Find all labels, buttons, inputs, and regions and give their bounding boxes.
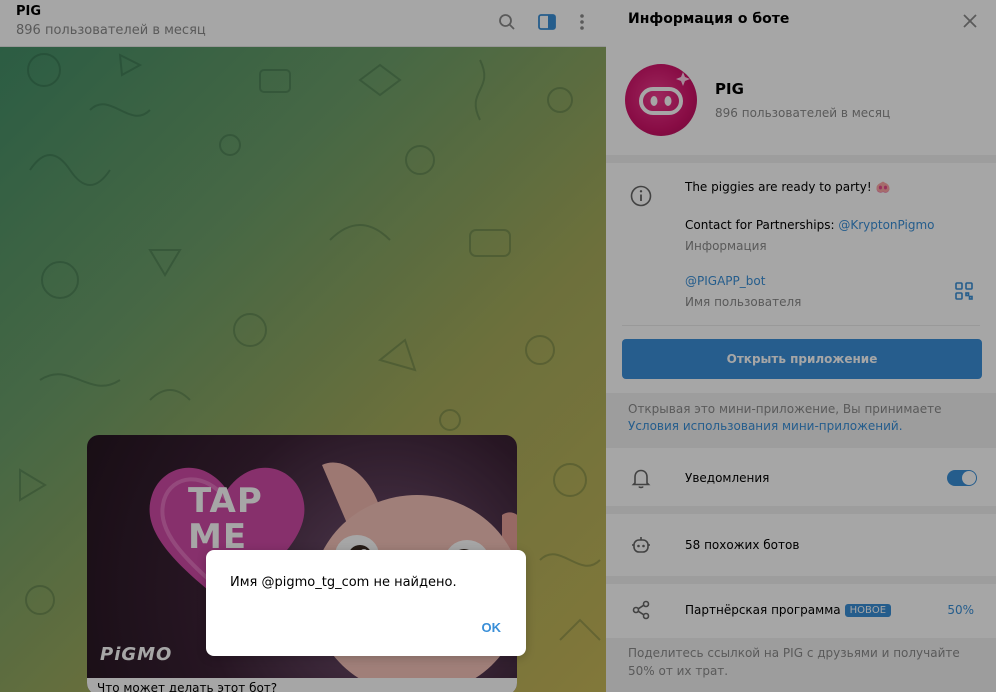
- ok-button[interactable]: OK: [482, 620, 502, 635]
- modal-backdrop-panel[interactable]: [606, 0, 996, 692]
- dialog-message: Имя @pigmo_tg_com не найдено.: [230, 575, 457, 590]
- username-not-found-dialog: Имя @pigmo_tg_com не найдено. OK: [206, 550, 526, 656]
